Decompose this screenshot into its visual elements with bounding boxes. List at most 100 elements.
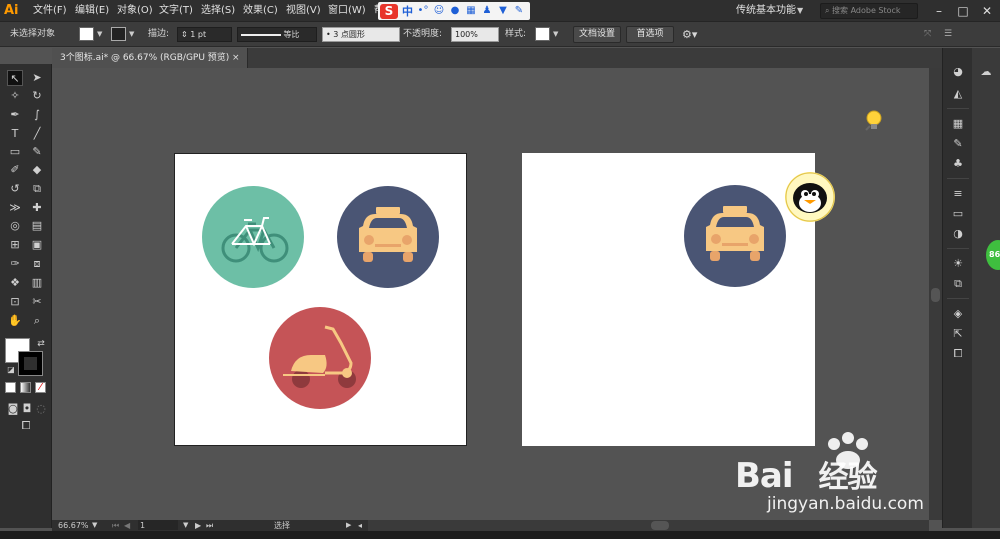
stroke-swatch[interactable] — [111, 27, 126, 41]
perspective-grid-tool-icon[interactable]: ▤ — [29, 218, 45, 234]
user-icon[interactable]: ♟ — [481, 5, 493, 17]
last-artboard-icon[interactable]: ⏭ — [206, 520, 213, 531]
microphone-icon[interactable]: ● — [449, 5, 461, 17]
shape-builder-tool-icon[interactable]: ◎ — [7, 218, 23, 234]
horizontal-scrollbar[interactable] — [368, 520, 929, 531]
artboard-1[interactable] — [174, 153, 467, 446]
artboards-panel-icon[interactable]: ⧠ — [950, 346, 966, 362]
chevron-down-icon[interactable]: ▼ — [129, 22, 134, 47]
width-tool-icon[interactable]: ≫ — [7, 200, 23, 216]
asset-export-icon[interactable]: ⇱ — [950, 326, 966, 342]
opacity-field[interactable]: 100% — [451, 27, 499, 42]
blend-tool-icon[interactable]: ⧈ — [29, 256, 45, 272]
panel-menu-icon[interactable]: ☰ — [944, 22, 952, 47]
ime-mode-indicator[interactable]: 中 — [402, 3, 413, 19]
previous-artboard-icon[interactable]: ◀ — [124, 520, 130, 531]
gradient-mode-icon[interactable] — [20, 382, 31, 393]
variable-width-profile[interactable]: 等比 — [237, 27, 317, 42]
menu-file[interactable]: 文件(F) — [33, 0, 67, 22]
menu-window[interactable]: 窗口(W) — [328, 0, 366, 22]
swatches-panel-icon[interactable]: ▦ — [950, 116, 966, 132]
color-panel-icon[interactable]: ◕ — [950, 64, 966, 80]
next-artboard-icon[interactable]: ▶ — [195, 520, 201, 531]
chevron-down-icon[interactable]: ▼ — [92, 520, 97, 531]
symbol-sprayer-tool-icon[interactable]: ❖ — [7, 275, 23, 291]
scroll-thumb[interactable] — [651, 521, 669, 530]
stroke-color-box[interactable] — [18, 351, 43, 376]
preferences-button[interactable]: 首选项 — [626, 26, 674, 43]
rotate-tool-icon[interactable]: ↺ — [7, 181, 23, 197]
eyedropper-tool-icon[interactable]: ✑ — [7, 256, 23, 272]
stepper-icon[interactable]: ⇕ — [181, 30, 190, 39]
type-tool-icon[interactable]: T — [7, 126, 23, 142]
swap-colors-icon[interactable]: ⇄ — [33, 336, 49, 352]
fill-swatch[interactable] — [79, 27, 94, 41]
style-swatch[interactable] — [535, 27, 550, 41]
chevron-down-icon[interactable]: ▼ — [797, 0, 803, 22]
menu-object[interactable]: 对象(O) — [117, 0, 153, 22]
creative-cloud-icon[interactable]: ☁ — [978, 64, 994, 80]
chevron-down-icon[interactable]: ▼ — [553, 22, 558, 47]
draw-inside-icon[interactable]: ◌ — [33, 401, 49, 417]
column-graph-tool-icon[interactable]: ▥ — [29, 275, 45, 291]
stroke-weight-field[interactable]: ⇕ 1 pt — [177, 27, 232, 42]
collapse-icon[interactable]: ⤧ — [924, 22, 931, 47]
selection-tool-icon[interactable]: ↖ — [7, 70, 23, 86]
zoom-level[interactable]: 66.67% — [58, 520, 89, 531]
first-artboard-icon[interactable]: ⏮ — [112, 520, 119, 531]
punctuation-icon[interactable]: •° — [417, 5, 429, 17]
symbols-panel-icon[interactable]: ♣ — [950, 156, 966, 172]
default-colors-icon[interactable]: ◪ — [3, 362, 19, 378]
menu-effect[interactable]: 效果(C) — [243, 0, 278, 22]
brush-definition[interactable]: • 3 点圆形 — [322, 27, 400, 42]
scooter-icon-circle[interactable] — [269, 307, 371, 409]
minimize-button[interactable]: – — [928, 0, 950, 22]
workspace-switcher[interactable]: 传统基本功能 — [736, 0, 796, 22]
scale-tool-icon[interactable]: ⧉ — [29, 181, 45, 197]
hand-tool-icon[interactable]: ✋ — [7, 313, 23, 329]
qq-penguin-icon[interactable] — [785, 172, 835, 222]
arrange-documents-icon[interactable]: ⚙▾ — [682, 22, 697, 47]
scroll-left-icon[interactable]: ◂ — [358, 520, 362, 531]
stock-search-input[interactable]: ⌕ 搜索 Adobe Stock — [820, 3, 918, 19]
rectangle-tool-icon[interactable]: ▭ — [7, 144, 23, 160]
maximize-button[interactable]: □ — [952, 0, 974, 22]
layers-panel-icon[interactable]: ◈ — [950, 306, 966, 322]
lightbulb-icon[interactable] — [864, 110, 884, 132]
wrench-icon[interactable]: ✎ — [513, 5, 525, 17]
shaper-tool-icon[interactable]: ✐ — [7, 162, 23, 178]
none-mode-icon[interactable]: ⁄ — [35, 382, 46, 393]
document-setup-button[interactable]: 文档设置 — [573, 26, 621, 43]
zoom-tool-icon[interactable]: ⌕ — [29, 313, 45, 329]
ime-toolbar[interactable]: S 中 •° ☺ ● ▦ ♟ ▼ ✎ — [378, 2, 530, 20]
direct-selection-tool-icon[interactable]: ➤ — [29, 70, 45, 86]
chevron-right-icon[interactable]: ▶ — [346, 520, 351, 531]
shirt-icon[interactable]: ▼ — [497, 5, 509, 17]
gradient-panel-icon[interactable]: ▭ — [950, 206, 966, 222]
bicycle-icon-circle[interactable] — [202, 186, 304, 288]
taxi-icon-circle-copy[interactable] — [684, 185, 786, 287]
graphic-styles-icon[interactable]: ⧉ — [950, 276, 966, 292]
close-button[interactable]: ✕ — [976, 0, 998, 22]
artboard-number-field[interactable]: 1 — [138, 520, 178, 530]
color-guide-icon[interactable]: ◭ — [950, 86, 966, 102]
stroke-panel-icon[interactable]: ≡ — [950, 186, 966, 202]
puppet-warp-tool-icon[interactable]: ✚ — [29, 200, 45, 216]
lasso-tool-icon[interactable]: ↻ — [29, 88, 45, 104]
scroll-thumb[interactable] — [931, 288, 940, 302]
artboard-tool-icon[interactable]: ⊡ — [7, 294, 23, 310]
paintbrush-tool-icon[interactable]: ✎ — [29, 144, 45, 160]
curvature-tool-icon[interactable]: ∫ — [29, 107, 45, 123]
menu-type[interactable]: 文字(T) — [159, 0, 193, 22]
transparency-panel-icon[interactable]: ◑ — [950, 226, 966, 242]
line-tool-icon[interactable]: ╱ — [29, 126, 45, 142]
artboard-2[interactable] — [522, 153, 815, 446]
gradient-tool-icon[interactable]: ▣ — [29, 237, 45, 253]
chevron-down-icon[interactable]: ▼ — [183, 520, 188, 531]
emoji-icon[interactable]: ☺ — [433, 5, 445, 17]
brushes-panel-icon[interactable]: ✎ — [950, 136, 966, 152]
menu-view[interactable]: 视图(V) — [286, 0, 321, 22]
chevron-down-icon[interactable]: ▼ — [97, 22, 102, 47]
keyboard-icon[interactable]: ▦ — [465, 5, 477, 17]
screen-mode-icon[interactable]: ⧠ — [18, 418, 34, 434]
